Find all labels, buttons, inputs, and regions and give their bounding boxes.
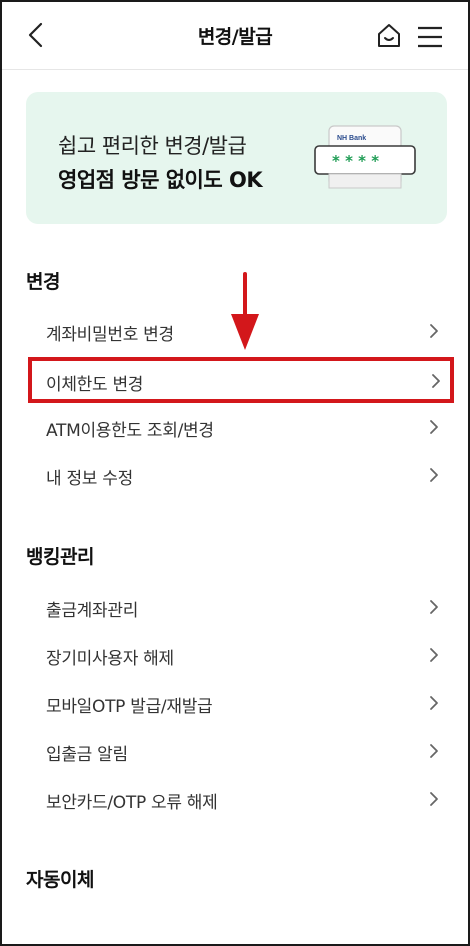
menu-item-transfer-limit-change[interactable]: 이체한도 변경	[28, 357, 454, 403]
menu-item-mobile-otp[interactable]: 모바일OTP 발급/재발급	[30, 681, 450, 725]
chevron-right-icon	[430, 792, 438, 806]
home-icon	[378, 24, 400, 47]
red-arrow-down-icon	[231, 272, 259, 350]
menu-item-label: 계좌비밀번호 변경	[46, 325, 174, 345]
banner-subheadline: 영업점 방문 없이도 OK	[58, 168, 263, 192]
chevron-right-icon	[430, 744, 438, 758]
top-app-bar: 변경/발급	[2, 2, 468, 70]
chevron-right-icon	[430, 600, 438, 614]
menu-item-label: 보안카드/OTP 오류 해제	[46, 793, 218, 813]
menu-item-security-card-error[interactable]: 보안카드/OTP 오류 해제	[30, 777, 450, 821]
promo-banner[interactable]: 쉽고 편리한 변경/발급 영업점 방문 없이도 OK NH Bank * * *…	[26, 92, 447, 224]
menu-item-label: 내 정보 수정	[46, 469, 133, 489]
hamburger-icon	[418, 26, 442, 48]
chevron-right-icon	[430, 468, 438, 482]
chevron-right-icon	[430, 420, 438, 434]
section-title-change: 변경	[26, 271, 60, 293]
menu-item-edit-my-info[interactable]: 내 정보 수정	[30, 453, 450, 497]
menu-item-label: 출금계좌관리	[46, 601, 139, 621]
banner-headline: 쉽고 편리한 변경/발급	[58, 134, 247, 158]
card-brand-text: NH Bank	[337, 135, 366, 142]
app-frame: 변경/발급 쉽고 편리한 변경/발급 영업점 방문 없이도 OK NH Bank…	[0, 0, 470, 946]
section-title-auto-transfer: 자동이체	[26, 869, 94, 891]
menu-item-deposit-alert[interactable]: 입출금 알림	[30, 729, 450, 773]
home-button[interactable]	[375, 22, 403, 50]
chevron-right-icon	[430, 696, 438, 710]
chevron-right-icon	[430, 648, 438, 662]
menu-item-withdrawal-account[interactable]: 출금계좌관리	[30, 585, 450, 629]
menu-item-label: 장기미사용자 해제	[46, 649, 174, 669]
menu-item-label: ATM이용한도 조회/변경	[46, 421, 214, 441]
menu-item-label: 모바일OTP 발급/재발급	[46, 697, 213, 717]
menu-item-dormant-release[interactable]: 장기미사용자 해제	[30, 633, 450, 677]
menu-item-atm-limit[interactable]: ATM이용한도 조회/변경	[30, 405, 450, 449]
password-mask-text: * * * *	[332, 152, 379, 170]
chevron-right-icon	[432, 374, 440, 388]
bank-card-illustration: NH Bank * * * *	[311, 124, 421, 196]
menu-item-label: 입출금 알림	[46, 745, 128, 765]
chevron-right-icon	[430, 324, 438, 338]
section-title-banking: 뱅킹관리	[26, 546, 94, 568]
menu-item-label: 이체한도 변경	[46, 375, 144, 395]
hamburger-menu-button[interactable]	[416, 24, 444, 50]
